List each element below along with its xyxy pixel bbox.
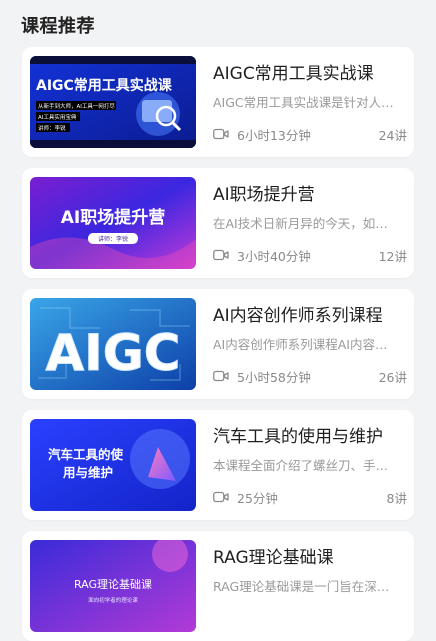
section-title: 课程推荐 bbox=[21, 16, 95, 37]
course-meta: 5小时58分钟 26讲 bbox=[213, 367, 407, 385]
course-lesson-count: 24讲 bbox=[378, 128, 407, 143]
course-description: AI内容创作师系列课程AI内容… bbox=[213, 337, 388, 352]
course-thumbnail[interactable]: AIGC常用工具实战课 从新手到大师，AI工具一网打尽 AI工具实用宝典 讲师：… bbox=[30, 56, 196, 148]
thumb-title: 汽车工具的使 bbox=[48, 447, 124, 462]
course-thumbnail[interactable]: AIGC bbox=[30, 298, 196, 390]
course-meta: 6小时13分钟 24讲 bbox=[213, 125, 407, 143]
course-lesson-count: 8讲 bbox=[386, 491, 407, 506]
thumb-title: AIGC常用工具实战课 bbox=[36, 77, 173, 94]
course-duration: 25分钟 bbox=[237, 491, 278, 506]
course-thumbnail[interactable]: 汽车工具的使 用与维护 bbox=[30, 419, 196, 511]
course-card[interactable]: AI职场提升营 讲师：李锐 AI职场提升营 在AI技术日新月异的今天，如… 3小… bbox=[22, 168, 414, 278]
course-duration: 3小时40分钟 bbox=[237, 249, 311, 264]
thumb-title: AI职场提升营 bbox=[61, 207, 165, 228]
course-title[interactable]: AIGC常用工具实战课 bbox=[213, 59, 403, 84]
course-meta bbox=[213, 609, 407, 627]
course-description: 在AI技术日新月异的今天，如… bbox=[213, 216, 388, 231]
video-camera-icon bbox=[213, 491, 229, 503]
thumb-line: 用与维护 bbox=[62, 465, 113, 480]
course-card[interactable]: 汽车工具的使 用与维护 汽车工具的使用与维护 本课程全面介绍了螺丝刀、手… 25… bbox=[22, 410, 414, 520]
thumb-line: 讲师：李锐 bbox=[98, 235, 128, 243]
course-meta: 3小时40分钟 12讲 bbox=[213, 246, 407, 264]
course-duration: 5小时58分钟 bbox=[237, 370, 311, 385]
course-card[interactable]: AIGC AI内容创作师系列课程 AI内容创作师系列课程AI内容… 5小时58分… bbox=[22, 289, 414, 399]
thumb-line: AI工具实用宝典 bbox=[38, 113, 77, 121]
course-title[interactable]: AI职场提升营 bbox=[213, 180, 403, 205]
course-title[interactable]: 汽车工具的使用与维护 bbox=[213, 422, 403, 447]
course-thumbnail[interactable]: AI职场提升营 讲师：李锐 bbox=[30, 177, 196, 269]
course-card[interactable]: RAG理论基础课 面向初学者的理论课 RAG理论基础课 RAG理论基础课是一门旨… bbox=[22, 531, 414, 641]
course-meta: 25分钟 8讲 bbox=[213, 488, 407, 506]
video-camera-icon bbox=[213, 128, 229, 140]
video-camera-icon bbox=[213, 370, 229, 382]
course-title[interactable]: RAG理论基础课 bbox=[213, 543, 403, 568]
video-camera-icon bbox=[213, 249, 229, 261]
thumb-title: RAG理论基础课 bbox=[74, 577, 152, 591]
thumb-line: 面向初学者的理论课 bbox=[88, 596, 138, 604]
course-title[interactable]: AI内容创作师系列课程 bbox=[213, 301, 403, 326]
course-description: AIGC常用工具实战课是针对人… bbox=[213, 95, 394, 110]
course-duration: 6小时13分钟 bbox=[237, 128, 311, 143]
thumb-line: 讲师：李锐 bbox=[38, 124, 66, 132]
course-description: 本课程全面介绍了螺丝刀、手… bbox=[213, 458, 389, 473]
course-description: RAG理论基础课是一门旨在深… bbox=[213, 579, 390, 594]
course-card[interactable]: AIGC常用工具实战课 从新手到大师，AI工具一网打尽 AI工具实用宝典 讲师：… bbox=[22, 47, 414, 157]
thumb-title: AIGC bbox=[45, 324, 180, 382]
thumb-line: 从新手到大师，AI工具一网打尽 bbox=[38, 102, 115, 110]
course-lesson-count: 12讲 bbox=[378, 249, 407, 264]
course-thumbnail[interactable]: RAG理论基础课 面向初学者的理论课 bbox=[30, 540, 196, 632]
course-lesson-count: 26讲 bbox=[378, 370, 407, 385]
